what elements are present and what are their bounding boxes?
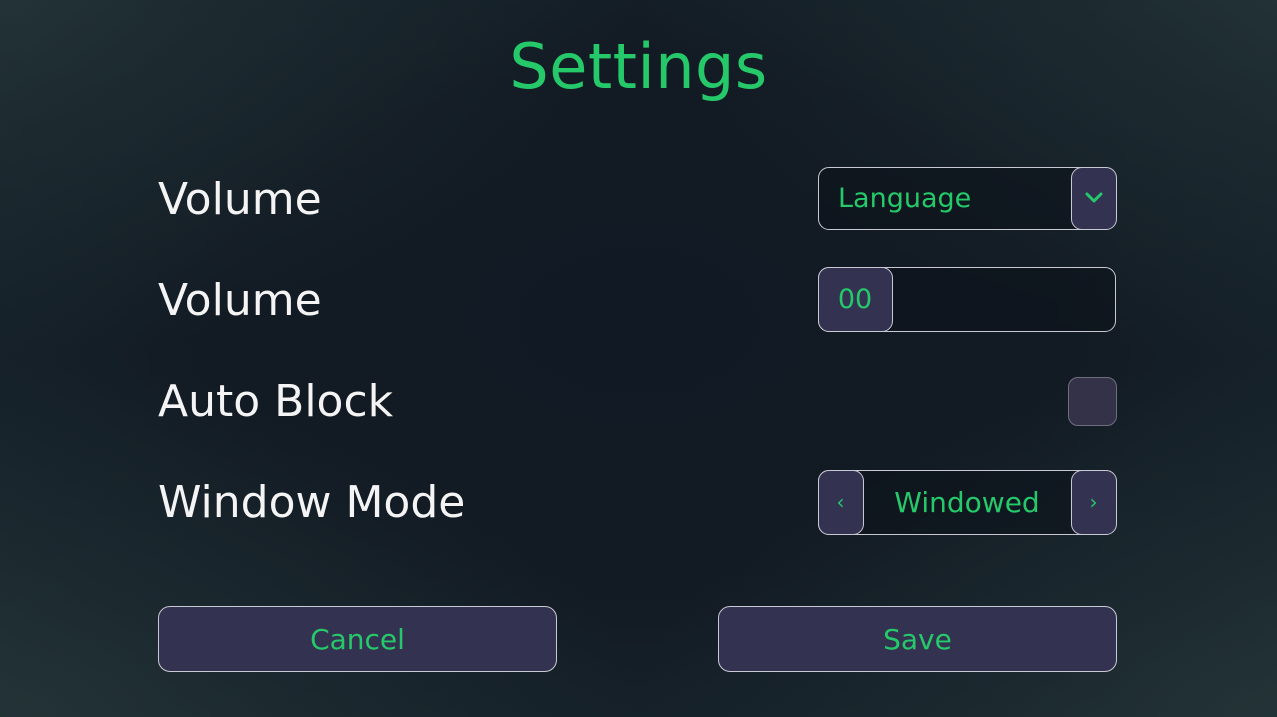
- auto-block-label: Auto Block: [158, 376, 394, 427]
- language-dropdown[interactable]: Language: [818, 166, 1117, 230]
- window-mode-value: Windowed: [894, 486, 1040, 519]
- page-title: Settings: [509, 30, 768, 103]
- volume-label: Volume: [158, 174, 322, 225]
- chevron-down-icon: [1085, 192, 1102, 203]
- slider-handle[interactable]: 00: [817, 266, 893, 332]
- window-mode-label: Window Mode: [158, 477, 466, 528]
- chevron-right-icon: ›: [1089, 490, 1098, 514]
- auto-block-checkbox[interactable]: [1068, 377, 1117, 426]
- slider-value: 00: [837, 283, 873, 315]
- cancel-button[interactable]: Cancel: [158, 606, 557, 672]
- dropdown-value: Language: [838, 183, 972, 214]
- next-option-button[interactable]: ›: [1070, 469, 1117, 535]
- save-button[interactable]: Save: [718, 606, 1117, 672]
- volume-slider[interactable]: 00: [817, 266, 1116, 332]
- window-mode-selector: ‹ Windowed ›: [817, 469, 1117, 535]
- dropdown-toggle-button[interactable]: [1070, 166, 1117, 230]
- prev-option-button[interactable]: ‹: [817, 469, 864, 535]
- volume-label-2: Volume: [158, 275, 322, 326]
- chevron-left-icon: ‹: [836, 490, 845, 514]
